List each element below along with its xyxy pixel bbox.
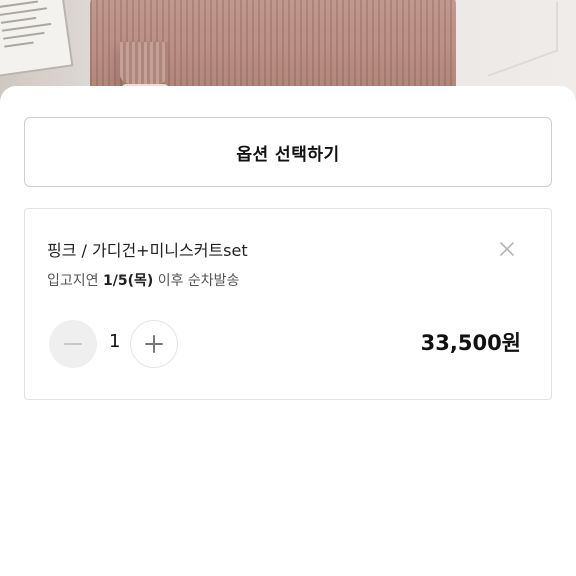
selected-option-card: 핑크 / 가디건+미니스커트set 입고지연 1/5(목) 이후 순차발송 1 … <box>24 208 552 400</box>
quantity-value: 1 <box>109 331 121 352</box>
option-bottom-sheet: 옵션 선택하기 핑크 / 가디건+미니스커트set 입고지연 1/5(목) 이후… <box>0 86 576 576</box>
close-icon <box>500 242 514 256</box>
remove-option-button[interactable] <box>497 239 517 259</box>
note-prefix: 입고지연 <box>47 273 103 289</box>
note-date: 1/5(목) <box>102 273 154 289</box>
sleeve-cuff <box>120 42 168 84</box>
background-shelf <box>488 1 558 77</box>
plus-icon <box>145 335 163 353</box>
decrease-quantity-button[interactable] <box>49 320 97 368</box>
minus-icon <box>64 343 82 345</box>
option-name: 핑크 / 가디건+미니스커트set <box>47 241 248 260</box>
increase-quantity-button[interactable] <box>130 320 178 368</box>
background-sign <box>0 0 74 78</box>
option-price: 33,500원 <box>420 331 521 355</box>
option-select-button[interactable]: 옵션 선택하기 <box>24 117 552 187</box>
shipping-delay-note: 입고지연 1/5(목) 이후 순차발송 <box>47 270 239 290</box>
note-suffix: 이후 순차발송 <box>153 273 240 289</box>
option-select-label: 옵션 선택하기 <box>236 144 340 165</box>
